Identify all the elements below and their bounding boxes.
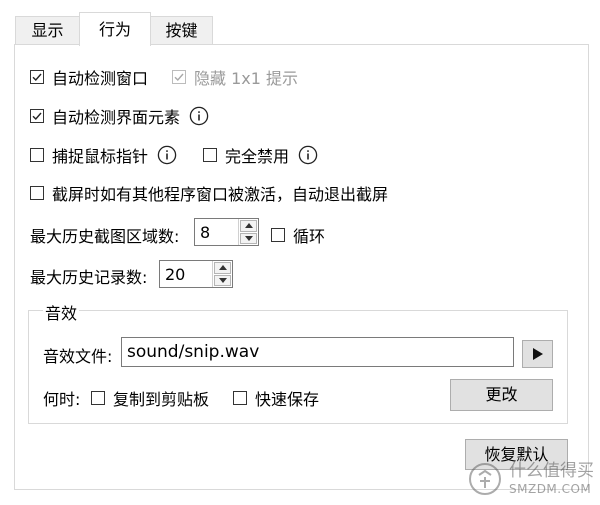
auto-detect-elements-option[interactable]: 自动检测界面元素 bbox=[30, 104, 209, 128]
smzdm-logo-icon bbox=[469, 462, 501, 495]
auto-exit-label: 截屏时如有其他程序窗口被激活，自动退出截屏 bbox=[52, 185, 389, 204]
watermark-line2: SMZDM.COM bbox=[509, 482, 592, 496]
checkmark-icon bbox=[174, 73, 184, 82]
sound-group-title: 音效 bbox=[43, 300, 80, 324]
info-icon[interactable] bbox=[157, 145, 177, 165]
copy-clipboard-option[interactable]: 复制到剪贴板 bbox=[91, 386, 209, 410]
chevron-down-icon bbox=[244, 235, 253, 241]
chevron-down-icon bbox=[218, 277, 227, 283]
auto-detect-window-label: 自动检测窗口 bbox=[52, 69, 149, 88]
quick-save-checkbox[interactable] bbox=[233, 391, 247, 405]
checkmark-icon bbox=[32, 73, 42, 82]
max-regions-value[interactable]: 8 bbox=[195, 223, 238, 242]
disable-completely-option[interactable]: 完全禁用 bbox=[203, 143, 318, 167]
tab-display-label: 显示 bbox=[31, 21, 64, 40]
auto-detect-elements-checkbox[interactable] bbox=[30, 109, 44, 123]
watermark: 什么值得买 SMZDM.COM bbox=[467, 461, 594, 497]
when-label-wrap: 何时: bbox=[43, 386, 80, 410]
spin-down-button[interactable] bbox=[240, 232, 257, 244]
copy-clipboard-label: 复制到剪贴板 bbox=[113, 390, 210, 409]
tab-behavior-label: 行为 bbox=[98, 20, 131, 39]
max-records-label-wrap: 最大历史记录数: bbox=[30, 264, 147, 288]
capture-cursor-label: 捕捉鼠标指针 bbox=[52, 147, 149, 166]
capture-cursor-checkbox[interactable] bbox=[30, 148, 44, 162]
capture-cursor-option[interactable]: 捕捉鼠标指针 bbox=[30, 143, 177, 167]
copy-clipboard-checkbox[interactable] bbox=[91, 391, 105, 405]
change-sound-button[interactable]: 更改 bbox=[450, 379, 553, 411]
tab-display[interactable]: 显示 bbox=[15, 16, 80, 44]
disable-completely-label: 完全禁用 bbox=[225, 147, 290, 166]
tab-behavior[interactable]: 行为 bbox=[79, 12, 151, 46]
max-records-spinner[interactable]: 20 bbox=[159, 260, 233, 288]
spin-down-button[interactable] bbox=[214, 274, 231, 286]
quick-save-option[interactable]: 快速保存 bbox=[233, 386, 319, 410]
tab-hotkeys[interactable]: 按键 bbox=[150, 16, 213, 44]
hide-1x1-hint-option: 隐藏 1x1 提示 bbox=[172, 65, 298, 89]
play-sound-button[interactable] bbox=[522, 340, 553, 368]
when-label: 何时: bbox=[43, 390, 81, 409]
auto-detect-window-option[interactable]: 自动检测窗口 bbox=[30, 65, 148, 89]
sound-file-input[interactable]: sound/snip.wav bbox=[121, 337, 514, 367]
chevron-up-icon bbox=[244, 223, 253, 229]
max-regions-label: 最大历史截图区域数: bbox=[30, 227, 180, 246]
loop-option[interactable]: 循环 bbox=[271, 223, 325, 247]
hide-1x1-hint-label: 隐藏 1x1 提示 bbox=[194, 69, 299, 88]
loop-checkbox[interactable] bbox=[271, 228, 285, 242]
spin-up-button[interactable] bbox=[240, 220, 257, 232]
sound-file-label-wrap: 音效文件: bbox=[43, 343, 112, 367]
play-icon bbox=[532, 348, 543, 360]
auto-detect-elements-label: 自动检测界面元素 bbox=[52, 108, 181, 127]
watermark-line1: 什么值得买 bbox=[509, 460, 594, 481]
auto-detect-window-checkbox[interactable] bbox=[30, 70, 44, 84]
disable-completely-checkbox[interactable] bbox=[203, 148, 217, 162]
max-records-value[interactable]: 20 bbox=[160, 265, 212, 284]
tab-hotkeys-label: 按键 bbox=[165, 21, 198, 40]
hide-1x1-hint-checkbox bbox=[172, 70, 186, 84]
sound-file-label: 音效文件: bbox=[43, 347, 113, 366]
quick-save-label: 快速保存 bbox=[255, 390, 320, 409]
max-regions-spinner[interactable]: 8 bbox=[194, 218, 259, 246]
auto-exit-checkbox[interactable] bbox=[30, 186, 44, 200]
auto-exit-option[interactable]: 截屏时如有其他程序窗口被激活，自动退出截屏 bbox=[30, 181, 388, 205]
info-icon[interactable] bbox=[298, 145, 318, 165]
loop-label: 循环 bbox=[293, 227, 326, 246]
info-icon[interactable] bbox=[189, 106, 209, 126]
spin-up-button[interactable] bbox=[214, 262, 231, 274]
max-regions-label-wrap: 最大历史截图区域数: bbox=[30, 223, 179, 247]
chevron-up-icon bbox=[218, 265, 227, 271]
max-records-label: 最大历史记录数: bbox=[30, 268, 148, 287]
checkmark-icon bbox=[32, 112, 42, 121]
